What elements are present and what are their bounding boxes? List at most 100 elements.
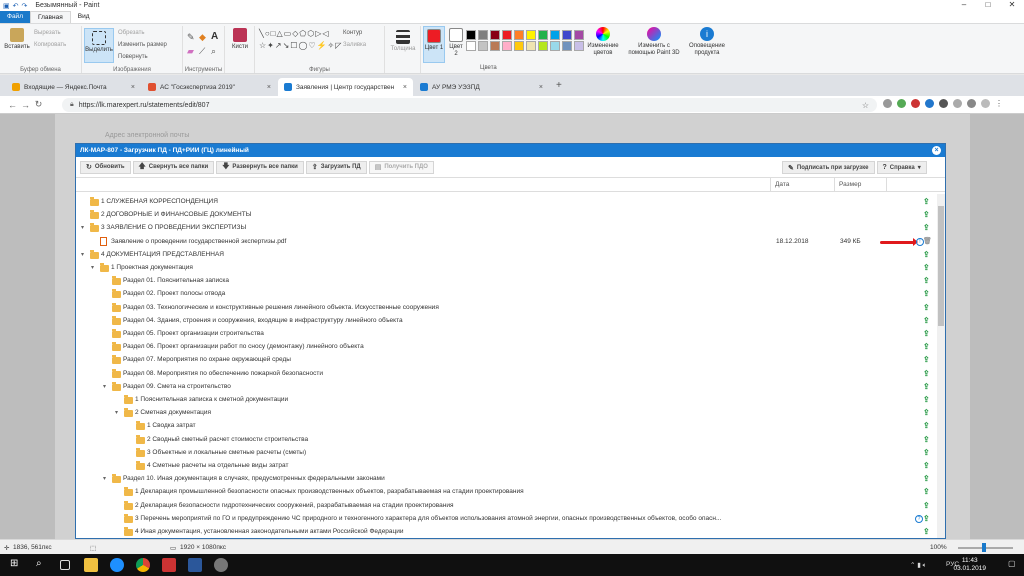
color-swatch[interactable] (574, 30, 584, 40)
collapse-all-button[interactable]: 🡅 Свернуть все папки (132, 160, 215, 174)
fill-icon[interactable]: ◆ (199, 32, 206, 43)
upload-icon[interactable]: ⇪ (923, 474, 930, 483)
tree-row[interactable]: Раздел 08. Мероприятия по обеспечению по… (76, 368, 936, 381)
expand-caret-icon[interactable]: ▾ (115, 409, 118, 416)
tree-row[interactable]: 2 ДОГОВОРНЫЕ И ФИНАНСОВЫЕ ДОКУМЕНТЫ ⇪ (76, 209, 936, 222)
upload-icon[interactable]: ⇪ (923, 435, 930, 444)
upload-icon[interactable]: ⇪ (923, 527, 930, 536)
upload-icon[interactable]: ⇪ (923, 487, 930, 496)
upload-icon[interactable]: ⇪ (923, 421, 930, 430)
color-swatch[interactable] (502, 30, 512, 40)
forward-icon[interactable]: → (19, 100, 32, 110)
extension-icon[interactable] (883, 99, 892, 108)
tree-row[interactable]: 4 Иная документация, установленная закон… (76, 526, 936, 538)
menu-icon[interactable]: ⋮ (995, 99, 1003, 108)
color-swatch[interactable] (562, 41, 572, 51)
close-tab-icon[interactable]: × (403, 84, 407, 91)
tree-row[interactable]: Раздел 06. Проект организации работ по с… (76, 341, 936, 354)
search-icon[interactable]: ⌕ (36, 558, 50, 572)
tree-row[interactable]: Раздел 01. Пояснительная записка ⇪ (76, 275, 936, 288)
color-swatch[interactable] (526, 41, 536, 51)
copy-button[interactable]: Копировать (34, 42, 66, 48)
upload-icon[interactable]: ⇪ (923, 329, 930, 338)
color-swatch[interactable] (466, 41, 476, 51)
tree-row[interactable]: Заявление о проведении государственной э… (76, 236, 936, 249)
color2-button[interactable]: Цвет 2 (447, 28, 465, 58)
word-icon[interactable] (188, 558, 202, 572)
color-swatch[interactable] (550, 41, 560, 51)
zoom-slider[interactable] (958, 543, 1013, 552)
reload-icon[interactable]: ↻ (32, 99, 45, 110)
color-swatch[interactable] (502, 41, 512, 51)
tray-icons[interactable]: ⌃ ▮ 🔈︎ (910, 561, 927, 570)
get-pdo-button[interactable]: ▤ Получить ПДО (368, 160, 434, 174)
upload-icon[interactable]: ⇪ (923, 501, 930, 510)
tree-row[interactable]: Раздел 03. Технологические и конструктив… (76, 302, 936, 315)
upload-icon[interactable]: ⇪ (923, 395, 930, 404)
tree-row[interactable]: 3 Перечень мероприятий по ГО и предупреж… (76, 513, 936, 526)
upload-icon[interactable]: ⇪ (923, 303, 930, 312)
scrollbar[interactable] (937, 194, 945, 538)
browser-tab[interactable]: Заявления | Центр государствен × (278, 78, 413, 96)
tree-row[interactable]: 3 Объектные и локальные сметные расчеты … (76, 447, 936, 460)
thickness-button[interactable]: Толщина (387, 30, 419, 53)
upload-icon[interactable]: ⇪ (923, 316, 930, 325)
edge-icon[interactable] (110, 558, 124, 572)
paste-button[interactable]: Вставить (3, 28, 31, 51)
color-swatch[interactable] (490, 30, 500, 40)
text-icon[interactable]: A (211, 31, 218, 42)
picker-icon[interactable]: ⟋ (199, 46, 205, 57)
tab-file[interactable]: Файл (0, 11, 30, 23)
start-icon[interactable]: ⊞ (10, 558, 24, 572)
upload-icon[interactable]: ⇪ (923, 355, 930, 364)
upload-icon[interactable]: ⇪ (923, 408, 930, 417)
upload-icon[interactable]: ⇪ (923, 289, 930, 298)
color-swatch[interactable] (514, 30, 524, 40)
avatar[interactable] (981, 99, 990, 108)
maximize-button[interactable]: □ (976, 0, 1000, 9)
close-tab-icon[interactable]: × (131, 84, 135, 91)
explorer-icon[interactable] (84, 558, 98, 572)
save-icon[interactable]: ▣ (3, 2, 10, 10)
shapes-gallery-row2[interactable]: ☆✦↗↘☐◯♡⚡✧◸ (259, 41, 342, 50)
tree-row[interactable]: Раздел 04. Здания, строения и сооружения… (76, 315, 936, 328)
upload-icon[interactable]: ⇪ (923, 197, 930, 206)
color-swatch[interactable] (478, 41, 488, 51)
color-swatch[interactable] (526, 30, 536, 40)
chrome-icon[interactable] (136, 558, 150, 572)
tab-view[interactable]: Вид (71, 11, 97, 23)
expand-caret-icon[interactable]: ▾ (103, 475, 106, 482)
upload-icon[interactable]: ⇪ (923, 514, 930, 523)
color-swatch[interactable] (514, 41, 524, 51)
help-icon[interactable]: ? (915, 514, 923, 523)
upload-icon[interactable]: ⇪ (923, 461, 930, 470)
brushes-button[interactable]: Кисти (228, 28, 252, 51)
tab-home[interactable]: Главная (29, 11, 71, 23)
upload-icon[interactable]: ⇪ (923, 250, 930, 259)
clock[interactable]: 11:43 03.01.2019 (953, 557, 986, 573)
redo-icon[interactable]: ↷ (22, 2, 28, 10)
extension-icon[interactable] (911, 99, 920, 108)
app-icon[interactable] (162, 558, 176, 572)
undo-icon[interactable]: ↶ (13, 2, 19, 10)
tree-row[interactable]: 1 Пояснительная записка к сметной докуме… (76, 394, 936, 407)
pencil-icon[interactable]: ✎ (187, 32, 195, 43)
upload-icon[interactable]: ⇪ (923, 369, 930, 378)
expand-caret-icon[interactable]: ▾ (91, 264, 94, 271)
browser-tab[interactable]: Входящие — Яндекс.Почта × (6, 78, 141, 96)
tree-row[interactable]: 1 Сводка затрат ⇪ (76, 420, 936, 433)
close-tab-icon[interactable]: × (539, 84, 543, 91)
browser-tab[interactable]: АУ РМЭ УЭЗПД × (414, 78, 549, 96)
color-swatch[interactable] (478, 30, 488, 40)
minimize-button[interactable]: – (952, 0, 976, 9)
crop-button[interactable]: Обрезать (118, 30, 144, 36)
expand-caret-icon[interactable]: ▾ (81, 251, 84, 258)
upload-icon[interactable]: ⇪ (923, 263, 930, 272)
edit-colors-button[interactable]: Изменение цветов (584, 27, 622, 57)
extension-icon[interactable] (897, 99, 906, 108)
browser-tab[interactable]: АС "Госэкспертиза 2019" × (142, 78, 277, 96)
extension-icon[interactable] (953, 99, 962, 108)
extension-icon[interactable] (939, 99, 948, 108)
paint3d-button[interactable]: Изменить с помощью Paint 3D (627, 27, 681, 57)
extension-icon[interactable] (967, 99, 976, 108)
